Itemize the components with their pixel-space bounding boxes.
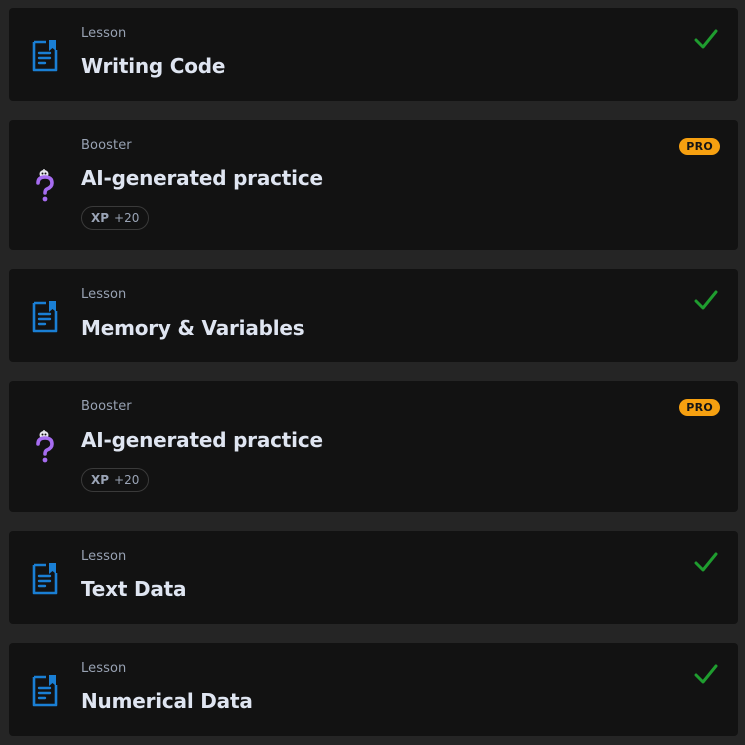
lesson-card-writing-code[interactable]: Lesson Writing Code <box>9 8 738 101</box>
xp-value: +20 <box>114 211 140 225</box>
checkmark-icon <box>694 29 718 49</box>
item-type-label: Booster <box>81 138 132 153</box>
item-title: AI-generated practice <box>81 166 323 190</box>
checkmark-icon <box>694 552 718 572</box>
lesson-card-numerical-data[interactable]: Lesson Numerical Data <box>9 643 738 736</box>
lesson-document-icon <box>32 40 58 72</box>
item-title: Text Data <box>81 577 187 601</box>
checkmark-icon <box>694 290 718 310</box>
item-type-label: Lesson <box>81 661 127 676</box>
item-title: Numerical Data <box>81 689 253 713</box>
lesson-card-text-data[interactable]: Lesson Text Data <box>9 531 738 624</box>
lesson-card-memory-variables[interactable]: Lesson Memory & Variables <box>9 269 738 362</box>
xp-value: +20 <box>114 473 140 487</box>
pro-badge: PRO <box>679 399 720 416</box>
ai-question-icon <box>36 169 54 202</box>
lesson-list: Lesson Writing Code Booster AI-generated… <box>0 0 745 745</box>
xp-label: XP <box>91 211 110 225</box>
item-type-label: Lesson <box>81 26 127 41</box>
xp-label: XP <box>91 473 110 487</box>
pro-badge: PRO <box>679 138 720 155</box>
item-type-label: Lesson <box>81 549 127 564</box>
ai-question-icon <box>36 430 54 463</box>
lesson-document-icon <box>32 675 58 707</box>
lesson-document-icon <box>32 563 58 595</box>
lesson-document-icon <box>32 301 58 333</box>
checkmark-icon <box>694 664 718 684</box>
item-title: Writing Code <box>81 54 226 78</box>
item-type-label: Lesson <box>81 287 127 302</box>
booster-card-ai-practice[interactable]: Booster AI-generated practice PRO XP +20 <box>9 381 738 512</box>
xp-reward-chip: XP +20 <box>81 468 150 492</box>
booster-card-ai-practice[interactable]: Booster AI-generated practice PRO XP +20 <box>9 120 738 250</box>
xp-reward-chip: XP +20 <box>81 206 150 230</box>
item-title: AI-generated practice <box>81 428 323 452</box>
item-type-label: Booster <box>81 399 132 414</box>
item-title: Memory & Variables <box>81 316 305 340</box>
